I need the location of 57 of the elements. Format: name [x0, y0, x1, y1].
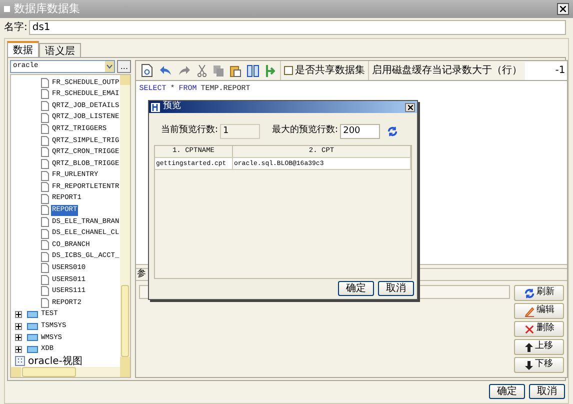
cache-field[interactable]: -1	[525, 62, 568, 80]
delete-icon	[524, 324, 535, 334]
more-button[interactable]: ...	[117, 60, 132, 73]
expand-icon[interactable]	[15, 346, 22, 353]
side-button[interactable]: 上移	[514, 339, 564, 355]
refresh-icon	[387, 126, 398, 136]
max-rows-label: 最大的预览行数:	[272, 124, 338, 138]
file-icon	[41, 298, 49, 308]
horizontal-scrollbar[interactable]	[11, 366, 130, 377]
refresh-icon	[524, 288, 535, 298]
expand-icon[interactable]	[15, 311, 22, 318]
side-button[interactable]: 下移	[514, 357, 564, 373]
close-button[interactable]	[405, 102, 415, 112]
up-arrow-icon	[525, 342, 534, 352]
window-title: 数据库数据集	[14, 0, 80, 17]
schema-icon	[27, 334, 38, 342]
tab[interactable]: 数据	[7, 41, 39, 57]
close-icon	[560, 6, 566, 12]
schema-icon	[27, 311, 38, 318]
undo-icon[interactable]	[159, 65, 172, 76]
side-button[interactable]: 编辑	[514, 303, 564, 319]
paste-icon[interactable]	[230, 64, 242, 76]
copy-icon[interactable]	[213, 64, 224, 76]
current-rows-label: 当前预览行数:	[161, 124, 218, 138]
params-tab[interactable]: 参	[136, 268, 148, 282]
ok-button[interactable]: 确定	[489, 384, 525, 400]
close-button[interactable]	[557, 3, 569, 15]
current-rows-field[interactable]: 1	[220, 124, 260, 138]
ok-button[interactable]: 确定	[338, 281, 374, 296]
share-checkbox[interactable]: 是否共享数据集	[280, 61, 368, 80]
cancel-button[interactable]: 取消	[378, 281, 414, 296]
tab[interactable]: 语义层	[39, 43, 81, 57]
side-button[interactable]: 删除	[514, 321, 564, 337]
down-arrow-icon	[525, 360, 534, 370]
view-folder-icon	[15, 356, 25, 366]
expand-icon[interactable]	[15, 322, 22, 330]
side-button[interactable]: 刷新	[514, 285, 564, 301]
schema-icon	[27, 322, 38, 330]
vertical-scrollbar[interactable]	[120, 75, 130, 367]
dropdown-icon[interactable]	[105, 61, 114, 72]
window-icon	[4, 6, 10, 12]
max-rows-field[interactable]: 200	[340, 124, 380, 138]
cancel-button[interactable]: 取消	[529, 384, 565, 400]
pencil-icon	[524, 306, 535, 316]
preview-icon[interactable]	[141, 64, 154, 77]
redo-icon[interactable]	[178, 65, 192, 76]
run-icon[interactable]	[265, 64, 276, 76]
columns-icon[interactable]	[247, 64, 260, 76]
dialog-title: 预览	[163, 100, 181, 114]
name-label: 名字:	[4, 20, 28, 34]
name-field[interactable]: ds1	[29, 20, 566, 34]
schema-icon	[27, 346, 38, 353]
close-icon	[408, 104, 412, 110]
app-icon	[151, 102, 160, 112]
tree-item[interactable]: oracle-视图	[27, 354, 84, 367]
expand-icon[interactable]	[15, 334, 22, 342]
cut-icon[interactable]	[197, 64, 208, 76]
